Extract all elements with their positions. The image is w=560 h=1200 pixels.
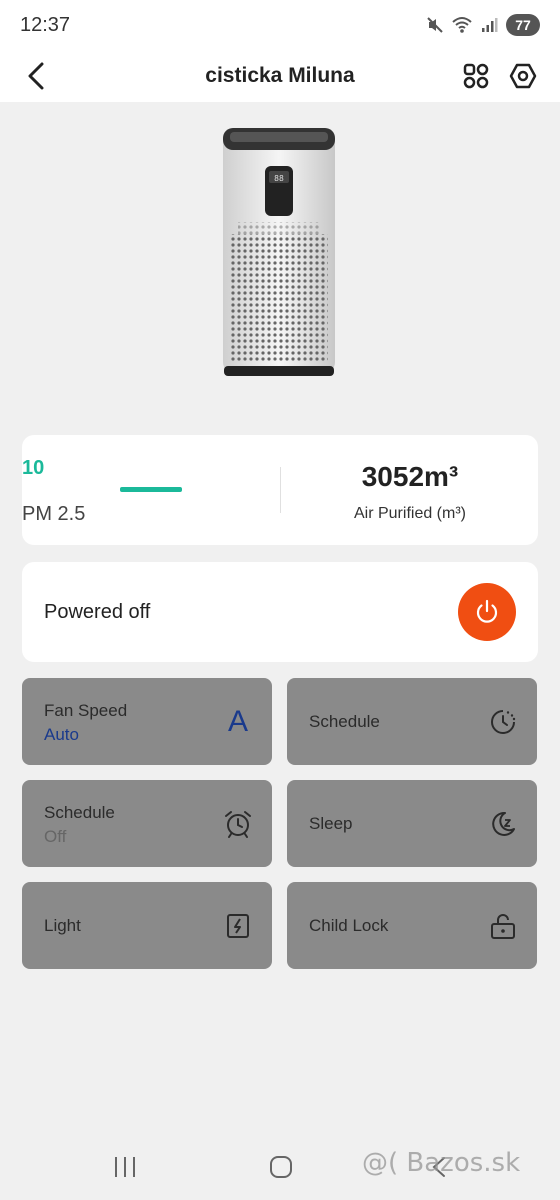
pm25-indicator-bar bbox=[120, 487, 182, 492]
schedule-tile[interactable]: Schedule bbox=[287, 678, 537, 765]
air-purified-label: Air Purified (m³) bbox=[353, 505, 466, 522]
pm25-label: PM 2.5 bbox=[22, 503, 86, 525]
home-button[interactable] bbox=[266, 1152, 296, 1182]
alarm-clock-icon bbox=[220, 804, 256, 844]
device-menu-button[interactable] bbox=[460, 58, 492, 94]
status-bar: 12:37 77 bbox=[0, 0, 560, 50]
grid-icon bbox=[463, 63, 489, 89]
power-card: Powered off bbox=[22, 562, 538, 662]
child-lock-title: Child Lock bbox=[309, 916, 389, 935]
air-purifier-image: 88 bbox=[223, 128, 335, 376]
watermark: @( Bazos.sk bbox=[362, 1148, 521, 1178]
power-button[interactable] bbox=[458, 583, 516, 641]
settings-button[interactable] bbox=[506, 58, 540, 94]
fan-speed-value: Auto bbox=[44, 725, 79, 744]
air-purified-value: 3052m³ bbox=[361, 461, 459, 492]
sleep-tile[interactable]: Sleep bbox=[287, 780, 537, 867]
fan-speed-icon: A bbox=[227, 705, 248, 738]
divider bbox=[280, 467, 281, 513]
lock-icon bbox=[485, 906, 521, 946]
wifi-icon bbox=[452, 17, 472, 33]
status-icons: 77 bbox=[426, 14, 540, 36]
air-quality-card: 10 PM 2.5 3052m³ Air Purified (m³) bbox=[22, 435, 538, 545]
app-bar: cisticka Miluna bbox=[0, 50, 560, 102]
navigation-bar: @( Bazos.sk bbox=[0, 1134, 560, 1200]
light-tile[interactable]: Light bbox=[22, 882, 272, 969]
power-icon bbox=[476, 599, 498, 623]
mute-icon bbox=[427, 17, 443, 33]
status-time: 12:37 bbox=[20, 13, 71, 36]
moon-icon bbox=[485, 804, 521, 844]
light-title: Light bbox=[44, 916, 81, 935]
battery-indicator: 77 bbox=[506, 14, 540, 36]
recent-apps-icon bbox=[115, 1157, 135, 1177]
hex-gear-icon bbox=[509, 63, 537, 89]
fan-speed-title: Fan Speed bbox=[44, 701, 128, 720]
child-lock-tile[interactable]: Child Lock bbox=[287, 882, 537, 969]
schedule-off-tile[interactable]: Schedule Off bbox=[22, 780, 272, 867]
schedule-title: Schedule bbox=[309, 712, 380, 731]
home-icon bbox=[270, 1156, 292, 1178]
light-icon bbox=[220, 906, 256, 946]
fan-speed-tile[interactable]: Fan Speed Auto A bbox=[22, 678, 272, 765]
sleep-title: Sleep bbox=[309, 814, 353, 833]
schedule-off-title: Schedule bbox=[44, 803, 115, 822]
signal-icon bbox=[482, 18, 498, 32]
svg-text:88: 88 bbox=[274, 174, 284, 183]
recent-apps-button[interactable] bbox=[110, 1152, 140, 1182]
clock-icon bbox=[485, 702, 521, 742]
pm25-value: 10 bbox=[22, 457, 45, 479]
power-status-label: Powered off bbox=[44, 601, 151, 623]
schedule-off-value: Off bbox=[44, 827, 67, 846]
